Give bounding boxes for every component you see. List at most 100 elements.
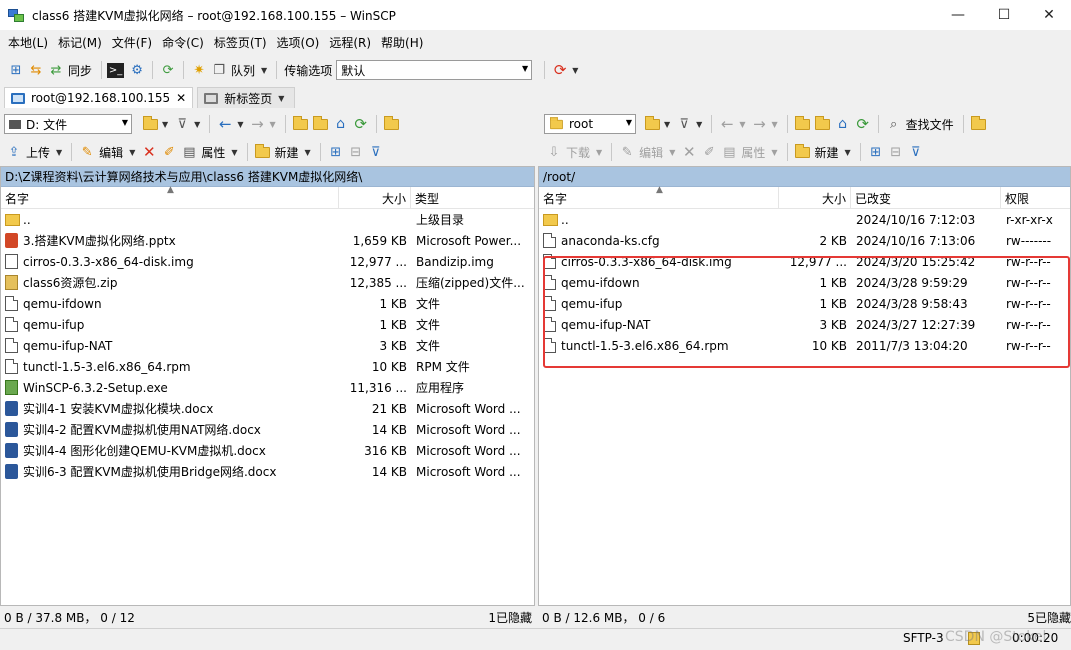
chevron-down-icon[interactable]: ▼ (237, 120, 243, 129)
delete-icon[interactable]: ✕ (139, 143, 159, 161)
column-size[interactable]: 大小 (779, 187, 851, 209)
putty-icon[interactable]: ⚙ (127, 61, 147, 79)
new-folder-icon[interactable] (253, 143, 273, 161)
properties-icon[interactable]: ▤ (719, 143, 739, 161)
refresh-session-icon[interactable]: ⟳ (158, 61, 178, 79)
table-row[interactable]: 实训4-4 图形化创建QEMU-KVM虚拟机.docx 316 KB Microso… (1, 440, 534, 461)
download-icon[interactable]: ⇩ (544, 143, 564, 161)
download-button[interactable]: 下载 (566, 144, 590, 161)
unselect-icon[interactable]: ⊟ (346, 143, 366, 161)
column-modified[interactable]: 已改变 (851, 187, 1001, 209)
chevron-down-icon[interactable]: ▼ (572, 66, 578, 75)
edit-button[interactable]: 编辑 (99, 144, 123, 161)
chevron-down-icon[interactable]: ▼ (231, 148, 237, 157)
sync-button[interactable]: 同步 (68, 62, 92, 79)
menu-mark[interactable]: 标记(M) (58, 34, 102, 51)
tab-new[interactable]: 新标签页 ▼ (197, 87, 296, 108)
chevron-down-icon[interactable]: ▼ (664, 120, 670, 129)
unselect-icon[interactable]: ⊟ (886, 143, 906, 161)
queue-icon[interactable]: ❐ (209, 61, 229, 79)
chevron-down-icon[interactable]: ▼ (278, 94, 284, 103)
home-icon[interactable]: ⌂ (833, 115, 853, 133)
menu-tabs[interactable]: 标签页(T) (214, 34, 267, 51)
table-row[interactable]: 实训4-1 安装KVM虚拟化模块.docx 21 KB Microsoft Word… (1, 398, 534, 419)
bookmarks-icon[interactable] (969, 115, 989, 133)
table-row[interactable]: qemu-ifup 1 KB 2024/3/28 9:58:43 rw-r--r-- (539, 293, 1070, 314)
table-row[interactable]: 实训4-2 配置KVM虚拟机使用NAT网络.docx 14 KB Microsoft… (1, 419, 534, 440)
home-icon[interactable]: ⌂ (331, 115, 351, 133)
queue-button[interactable]: 队列 (231, 62, 255, 79)
column-permissions[interactable]: 权限 (1001, 187, 1071, 209)
open-folder-icon[interactable] (642, 115, 662, 133)
chevron-down-icon[interactable]: ▼ (56, 148, 62, 157)
remote-path-bar[interactable]: /root/ (539, 167, 1070, 187)
compare-dirs-icon[interactable]: ⊞ (6, 61, 26, 79)
bookmarks-icon[interactable] (382, 115, 402, 133)
menu-help[interactable]: 帮助(H) (381, 34, 423, 51)
chevron-down-icon[interactable]: ▼ (129, 148, 135, 157)
chevron-down-icon[interactable]: ▼ (269, 120, 275, 129)
tab-session[interactable]: root@192.168.100.155 ✕ (4, 87, 194, 108)
select-all-icon[interactable]: ⊞ (866, 143, 886, 161)
new-button[interactable]: 新建 (275, 144, 299, 161)
refresh-icon[interactable]: ⟳ (853, 115, 873, 133)
parent-dir-icon[interactable] (793, 115, 813, 133)
table-row[interactable]: .. 2024/10/16 7:12:03 r-xr-xr-x (539, 209, 1070, 230)
select-all-icon[interactable]: ⊞ (326, 143, 346, 161)
filter-select-icon[interactable]: ⊽ (906, 143, 926, 161)
terminal-icon[interactable]: >_ (107, 62, 125, 78)
close-button[interactable]: ✕ (1026, 0, 1071, 30)
rename-icon[interactable]: ✐ (699, 143, 719, 161)
open-folder-icon[interactable] (140, 115, 160, 133)
new-button[interactable]: 新建 (815, 144, 839, 161)
properties-icon[interactable]: ▤ (179, 143, 199, 161)
edit-icon[interactable]: ✎ (77, 143, 97, 161)
table-row[interactable]: tunctl-1.5-3.el6.x86_64.rpm 10 KB 2011/7/3… (539, 335, 1070, 356)
local-path-bar[interactable]: D:\Z课程资料\云计算网络技术与应用\class6 搭建KVM虚拟化网络\ (1, 167, 534, 187)
forward-arrow-icon[interactable]: → (247, 115, 267, 133)
close-tab-icon[interactable]: ✕ (176, 91, 186, 105)
chevron-down-icon[interactable]: ▼ (696, 120, 702, 129)
table-row[interactable]: 实训6-3 配置KVM虚拟机使用Bridge网络.docx 14 KB Micros… (1, 461, 534, 482)
minimize-button[interactable]: — (935, 0, 981, 30)
table-row[interactable]: class6资源包.zip 12,385 ... 压缩(zipped)文件... (1, 272, 534, 293)
preferences-gear-icon[interactable]: ✷ (189, 61, 209, 79)
remote-hidden-count[interactable]: 5已隐藏 (1027, 609, 1071, 626)
table-row[interactable]: qemu-ifdown 1 KB 2024/3/28 9:59:29 rw-r--r-… (539, 272, 1070, 293)
column-size[interactable]: 大小 (339, 187, 411, 209)
filter-icon[interactable]: ⊽ (674, 115, 694, 133)
find-files-button[interactable]: 查找文件 (906, 116, 954, 133)
parent-dir-icon[interactable] (291, 115, 311, 133)
maximize-button[interactable]: ☐ (981, 0, 1027, 30)
menu-options[interactable]: 选项(O) (277, 34, 320, 51)
root-dir-icon[interactable] (813, 115, 833, 133)
chevron-down-icon[interactable]: ▼ (771, 148, 777, 157)
remote-dir-select[interactable]: root ▼ (544, 114, 636, 134)
menu-remote[interactable]: 远程(R) (329, 34, 371, 51)
edit-button[interactable]: 编辑 (639, 144, 663, 161)
upload-icon[interactable]: ⇪ (4, 143, 24, 161)
edit-icon[interactable]: ✎ (617, 143, 637, 161)
menu-commands[interactable]: 命令(C) (162, 34, 204, 51)
find-files-icon[interactable]: ⌕ (884, 115, 904, 133)
chevron-down-icon[interactable]: ▼ (194, 120, 200, 129)
sync-refresh-icon[interactable]: ⟳ (550, 61, 570, 79)
chevron-down-icon[interactable]: ▼ (596, 148, 602, 157)
table-row[interactable]: cirros-0.3.3-x86_64-disk.img 12,977 ... 20… (539, 251, 1070, 272)
forward-arrow-icon[interactable]: → (749, 115, 769, 133)
table-row[interactable]: tunctl-1.5-3.el6.x86_64.rpm 10 KB RPM 文件 (1, 356, 534, 377)
chevron-down-icon[interactable]: ▼ (305, 148, 311, 157)
filter-icon[interactable]: ⊽ (172, 115, 192, 133)
table-row[interactable]: qemu-ifup 1 KB 文件 (1, 314, 534, 335)
properties-button[interactable]: 属性 (741, 144, 765, 161)
upload-button[interactable]: 上传 (26, 144, 50, 161)
local-hidden-count[interactable]: 1已隐藏 (488, 609, 532, 626)
back-arrow-icon[interactable]: ← (717, 115, 737, 133)
delete-icon[interactable]: ✕ (679, 143, 699, 161)
table-row[interactable]: WinSCP-6.3.2-Setup.exe 11,316 ... 应用程序 (1, 377, 534, 398)
table-row[interactable]: .. 上级目录 (1, 209, 534, 230)
table-row[interactable]: 3.搭建KVM虚拟化网络.pptx 1,659 KB Microsoft Power… (1, 230, 534, 251)
table-row[interactable]: qemu-ifup-NAT 3 KB 文件 (1, 335, 534, 356)
menu-file[interactable]: 文件(F) (112, 34, 152, 51)
filter-select-icon[interactable]: ⊽ (366, 143, 386, 161)
